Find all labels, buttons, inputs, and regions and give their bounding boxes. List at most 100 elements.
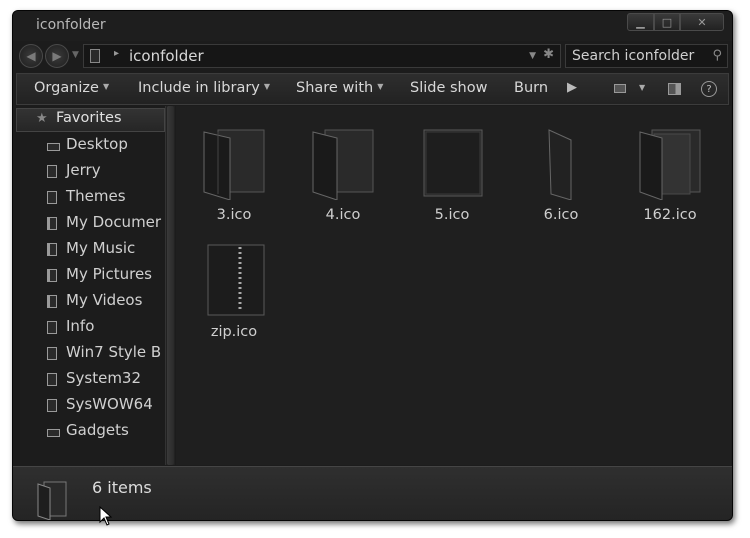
desktop-folder-icon	[47, 143, 60, 151]
chevron-down-icon: ▼	[377, 82, 384, 91]
more-commands-icon[interactable]: ▶	[567, 80, 577, 95]
file-item[interactable]: 3.ico	[184, 114, 284, 224]
file-name: zip.ico	[210, 324, 258, 340]
address-dropdown-icon[interactable]: ▼	[529, 51, 536, 61]
include-in-library-label: Include in library	[138, 80, 260, 96]
organize-label: Organize	[34, 80, 99, 96]
folder-side-view-icon	[548, 129, 572, 200]
minimize-button[interactable]: ▁	[627, 13, 654, 31]
closed-folder-icon	[423, 129, 483, 197]
sidebar-item-label: Gadgets	[66, 421, 129, 439]
star-icon: ★	[36, 111, 48, 126]
address-bar[interactable]: ▸ iconfolder ▼ ✱	[83, 44, 561, 68]
share-with-label: Share with	[296, 80, 374, 96]
folder-icon	[47, 347, 57, 360]
burn-button[interactable]: Burn	[514, 80, 548, 96]
caption-buttons: ▁ □ ✕	[627, 13, 724, 31]
folder-icon	[47, 399, 57, 412]
navigation-pane: ★ Favorites Desktop Jerry Themes My Docu…	[16, 106, 165, 465]
sidebar-item-label: Win7 Style B	[66, 343, 162, 361]
file-item[interactable]: 162.ico	[620, 114, 720, 224]
sidebar-item-win7-style[interactable]: Win7 Style B	[16, 342, 165, 366]
file-item[interactable]: zip.ico	[184, 231, 284, 341]
organize-menu[interactable]: Organize ▼	[34, 80, 109, 96]
sidebar-item-favorites[interactable]: ★ Favorites	[16, 108, 165, 132]
sidebar-item-desktop[interactable]: Desktop	[16, 134, 165, 158]
sidebar-item-themes[interactable]: Themes	[16, 186, 165, 210]
open-folder-icon	[312, 129, 374, 200]
back-button[interactable]: ◀	[19, 44, 43, 68]
sidebar-item-label: Info	[66, 317, 95, 335]
videos-library-icon	[47, 295, 57, 308]
view-options-dropdown-icon[interactable]: ▼	[639, 83, 645, 92]
sidebar-item-label: My Music	[66, 239, 136, 257]
explorer-window: iconfolder ▁ □ ✕ ◀ ▶ ▼ ▸ iconfolder ▼ ✱ …	[12, 10, 733, 521]
chevron-down-icon: ▼	[263, 82, 271, 91]
title-bar[interactable]: iconfolder ▁ □ ✕	[13, 11, 732, 41]
file-item[interactable]: 5.ico	[402, 114, 502, 224]
breadcrumb-separator-icon[interactable]: ▸	[114, 48, 119, 59]
slide-show-button[interactable]: Slide show	[410, 80, 487, 96]
sidebar-item-label: SysWOW64	[66, 395, 153, 413]
maximize-button[interactable]: □	[654, 13, 680, 31]
sidebar-item-my-music[interactable]: My Music	[16, 238, 165, 262]
music-library-icon	[47, 243, 57, 256]
chevron-down-icon: ▼	[102, 82, 110, 91]
refresh-icon[interactable]: ✱	[543, 47, 554, 62]
open-folder-with-papers-icon	[639, 129, 701, 200]
details-pane: 6 items	[13, 466, 732, 520]
breadcrumb-location[interactable]: iconfolder	[129, 47, 204, 65]
sidebar-item-my-documents[interactable]: My Documer	[16, 212, 165, 236]
user-folder-icon	[47, 165, 57, 178]
sidebar-item-label: My Pictures	[66, 265, 152, 283]
folder-icon	[37, 481, 67, 520]
file-list: 3.ico 4.ico 5.ico 6.ico 162.ico zip.ico	[176, 106, 731, 465]
search-box[interactable]: Search iconfolder ⚲	[565, 44, 728, 68]
share-with-menu[interactable]: Share with ▼	[296, 80, 383, 96]
file-item[interactable]: 6.ico	[511, 114, 611, 224]
sidebar-item-my-videos[interactable]: My Videos	[16, 290, 165, 314]
mouse-pointer-icon	[99, 506, 113, 526]
folder-icon	[47, 191, 57, 204]
file-name: 6.ico	[543, 207, 579, 223]
include-in-library-menu[interactable]: Include in library ▼	[138, 80, 270, 96]
navigation-bar: ◀ ▶ ▼ ▸ iconfolder ▼ ✱ Search iconfolder…	[13, 41, 732, 71]
sidebar-item-label: Themes	[66, 187, 126, 205]
sidebar-item-my-pictures[interactable]: My Pictures	[16, 264, 165, 288]
sidebar-item-label: System32	[66, 369, 142, 387]
search-icon[interactable]: ⚲	[712, 48, 722, 63]
scrollbar-thumb[interactable]	[167, 106, 174, 465]
open-folder-icon	[203, 129, 265, 200]
gadgets-folder-icon	[47, 429, 60, 437]
folder-icon	[47, 321, 57, 334]
recent-pages-dropdown[interactable]: ▼	[72, 50, 79, 60]
sidebar-item-system32[interactable]: System32	[16, 368, 165, 392]
preview-pane-icon[interactable]	[668, 83, 681, 95]
sidebar-item-label: Favorites	[56, 110, 122, 126]
file-name: 5.ico	[434, 207, 470, 223]
help-icon[interactable]: ?	[701, 81, 717, 97]
file-name: 162.ico	[643, 207, 697, 223]
folder-icon	[90, 49, 100, 63]
sidebar-item-syswow64[interactable]: SysWOW64	[16, 394, 165, 418]
close-button[interactable]: ✕	[680, 13, 724, 31]
item-count: 6 items	[92, 478, 152, 497]
search-input[interactable]: Search iconfolder	[572, 48, 694, 64]
command-bar: Organize ▼ Include in library ▼ Share with…	[16, 73, 729, 105]
sidebar-item-info[interactable]: Info	[16, 316, 165, 340]
sidebar-item-label: Desktop	[66, 135, 128, 153]
folder-icon	[47, 373, 57, 386]
documents-library-icon	[47, 217, 57, 230]
sidebar-item-gadgets[interactable]: Gadgets	[16, 420, 165, 444]
window-title: iconfolder	[36, 17, 106, 33]
file-name: 3.ico	[216, 207, 252, 223]
zip-folder-icon	[207, 244, 265, 316]
pictures-library-icon	[47, 269, 57, 282]
file-item[interactable]: 4.ico	[293, 114, 393, 224]
navigation-pane-scrollbar[interactable]	[165, 106, 175, 465]
forward-button[interactable]: ▶	[45, 44, 69, 68]
file-name: 4.ico	[325, 207, 361, 223]
sidebar-item-jerry[interactable]: Jerry	[16, 160, 165, 184]
sidebar-item-label: Jerry	[66, 161, 101, 179]
change-view-icon[interactable]	[614, 84, 626, 93]
